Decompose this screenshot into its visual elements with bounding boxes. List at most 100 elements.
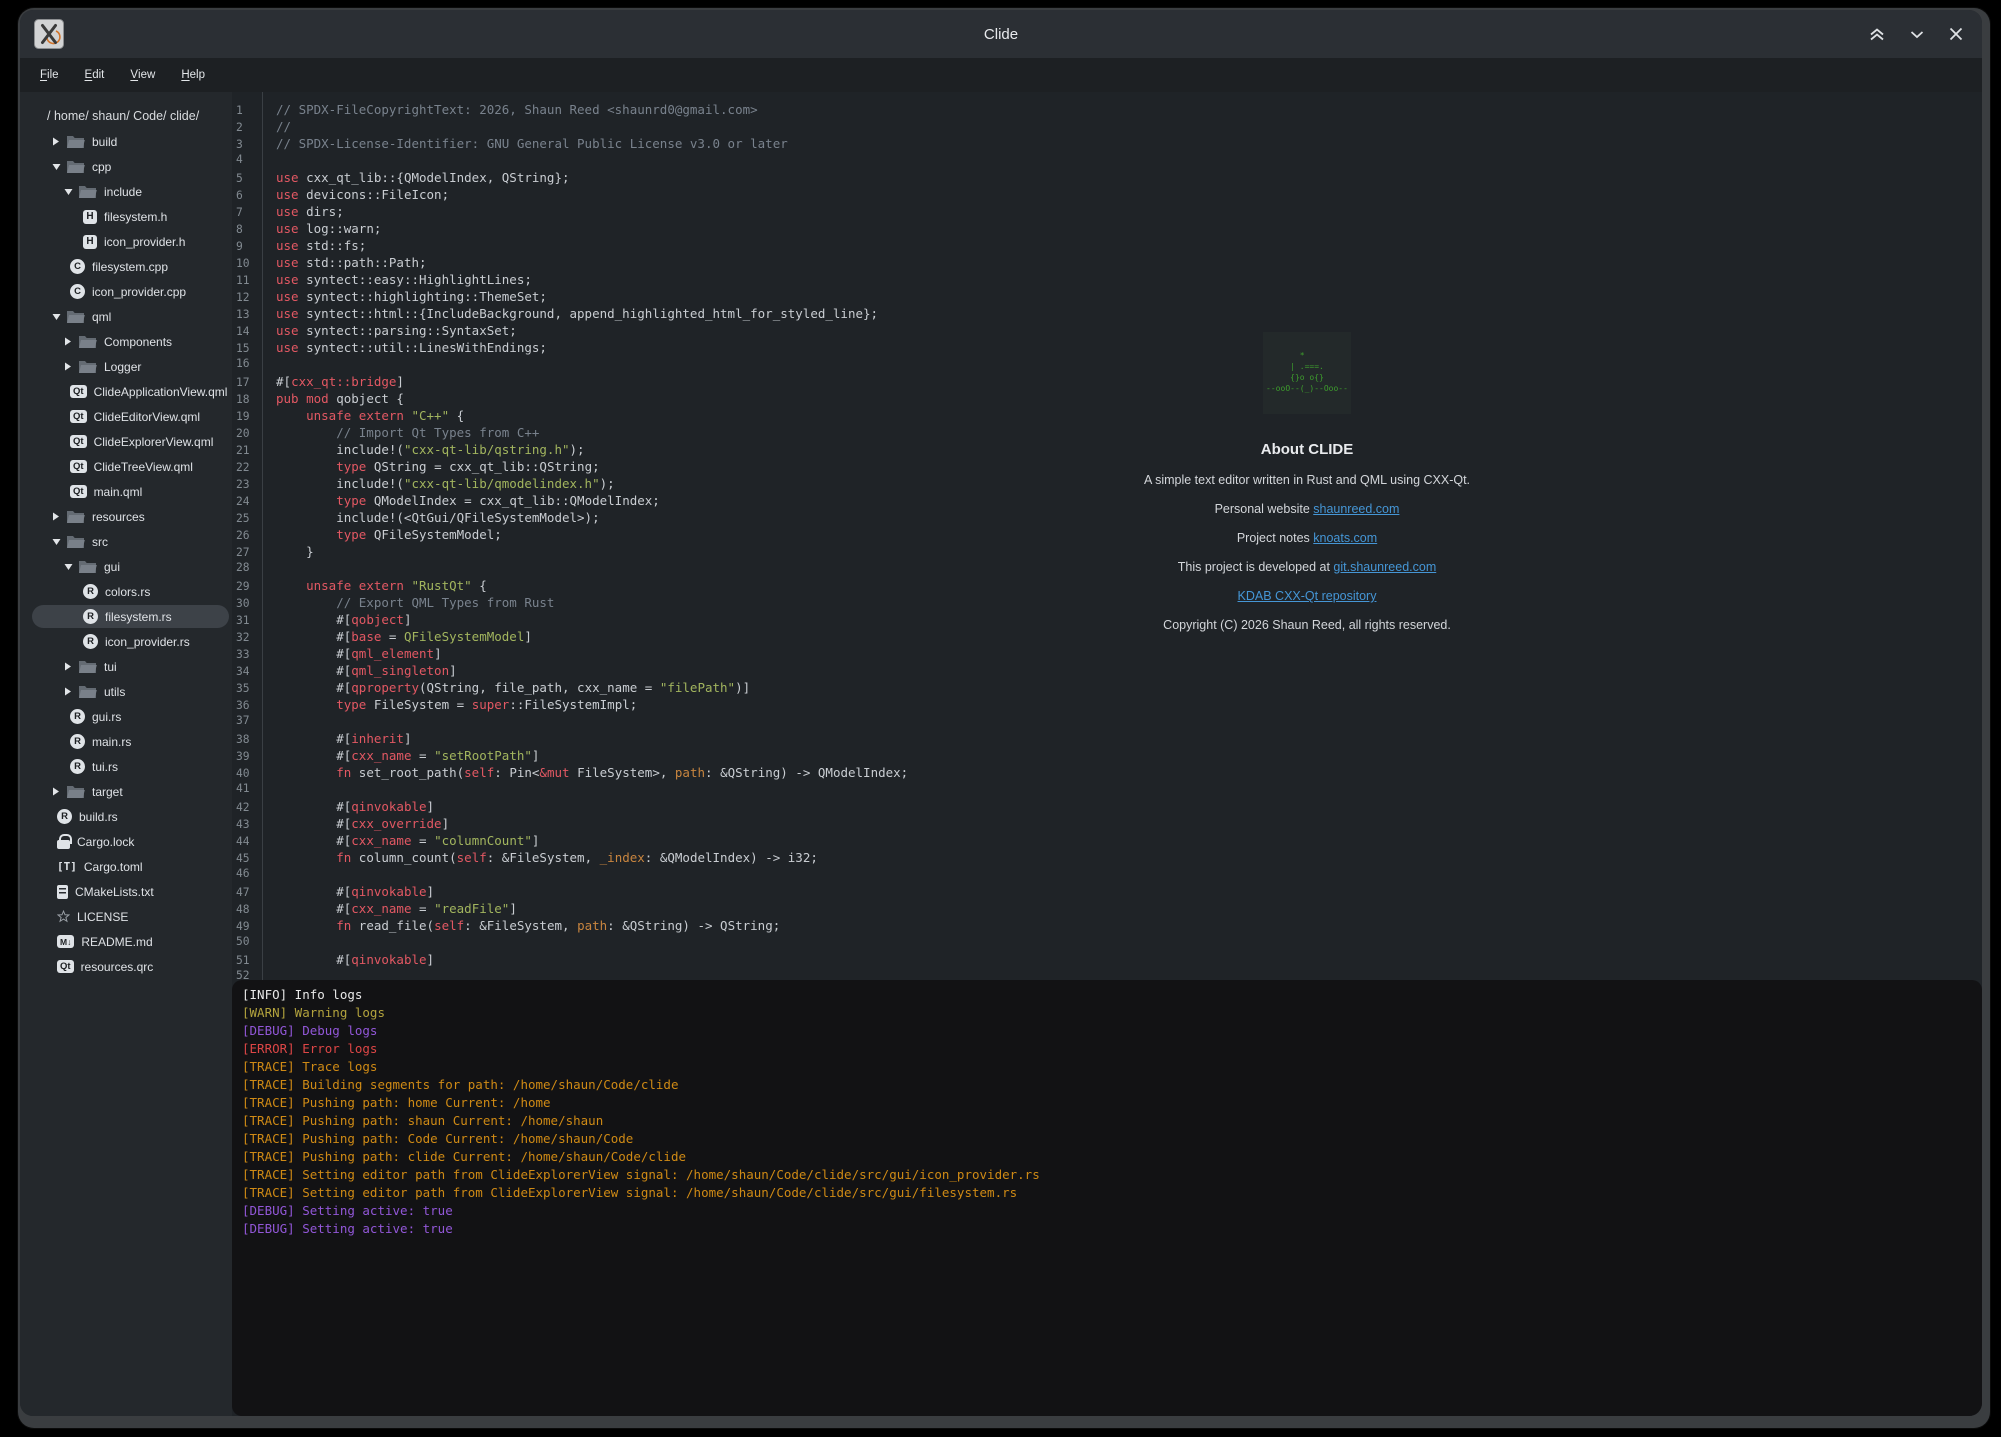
tree-folder-utils[interactable]: utils [20,679,232,704]
project-notes-link[interactable]: knoats.com [1313,531,1377,545]
tree-folder-build[interactable]: build [20,129,232,154]
code-token: syntect::easy::HighlightLines; [306,272,532,287]
code-line[interactable]: 10use std::path::Path; [232,255,1982,272]
code-line[interactable]: 37 [232,714,1982,731]
code-line[interactable]: 48 #[cxx_name = "readFile"] [232,901,1982,918]
menu-item-help[interactable]: Help [168,58,218,92]
tree-file-cmakelists-txt[interactable]: CMakeLists.txt [20,879,232,904]
tree-file-main-rs[interactable]: Rmain.rs [20,729,232,754]
code-line[interactable]: 36 type FileSystem = super::FileSystemIm… [232,697,1982,714]
folder-expanded-arrow-icon[interactable] [62,188,74,196]
tree-folder-components[interactable]: Components [20,329,232,354]
tree-file-clideapplicationview-qml[interactable]: QtClideApplicationView.qml [20,379,232,404]
close-window-button[interactable] [1948,26,1964,42]
code-line-text: include!("cxx-qt-lib/qmodelindex.h"); [262,476,615,491]
code-line[interactable]: 50 [232,935,1982,952]
code-line[interactable]: 51 #[qinvokable] [232,952,1982,969]
code-token: #[ [276,748,351,763]
code-line[interactable]: 49 fn read_file(self: &FileSystem, path:… [232,918,1982,935]
tree-folder-target[interactable]: target [20,779,232,804]
code-line[interactable]: 5use cxx_qt_lib::{QModelIndex, QString}; [232,170,1982,187]
kdab-repo-link[interactable]: KDAB CXX-Qt repository [1238,589,1377,603]
code-line[interactable]: 46 [232,867,1982,884]
code-line[interactable]: 42 #[qinvokable] [232,799,1982,816]
tree-file-clideeditorview-qml[interactable]: QtClideEditorView.qml [20,404,232,429]
code-line[interactable]: 1// SPDX-FileCopyrightText: 2026, Shaun … [232,102,1982,119]
code-line[interactable]: 41 [232,782,1982,799]
tree-folder-logger[interactable]: Logger [20,354,232,379]
minimize-window-button[interactable] [1908,26,1926,43]
code-line[interactable]: 8use log::warn; [232,221,1982,238]
code-line[interactable]: 33 #[qml_element] [232,646,1982,663]
folder-expanded-arrow-icon[interactable] [50,313,62,321]
folder-collapsed-arrow-icon[interactable] [50,137,62,146]
folder-collapsed-arrow-icon[interactable] [50,512,62,521]
folder-collapsed-arrow-icon[interactable] [50,787,62,796]
code-line[interactable]: 12use syntect::highlighting::ThemeSet; [232,289,1982,306]
code-line[interactable]: 35 #[qproperty(QString, file_path, cxx_n… [232,680,1982,697]
code-token: ] [532,833,540,848]
tree-file-clideexplorerview-qml[interactable]: QtClideExplorerView.qml [20,429,232,454]
tree-folder-gui[interactable]: gui [20,554,232,579]
code-line[interactable]: 38 #[inherit] [232,731,1982,748]
code-line[interactable]: 4 [232,153,1982,170]
code-line[interactable]: 9use std::fs; [232,238,1982,255]
code-line[interactable]: 2// [232,119,1982,136]
tree-file-cargo-lock[interactable]: Cargo.lock [20,829,232,854]
code-line[interactable]: 13use syntect::html::{IncludeBackground,… [232,306,1982,323]
tree-file-build-rs[interactable]: Rbuild.rs [20,804,232,829]
git-repo-link[interactable]: git.shaunreed.com [1333,560,1436,574]
menu-item-edit[interactable]: Edit [72,58,118,92]
tree-file-icon-provider-rs[interactable]: Ricon_provider.rs [20,629,232,654]
folder-expanded-arrow-icon[interactable] [62,563,74,571]
folder-expanded-arrow-icon[interactable] [50,538,62,546]
tree-file-clidetreeview-qml[interactable]: QtClideTreeView.qml [20,454,232,479]
menu-item-view[interactable]: View [117,58,168,92]
tree-file-icon-provider-cpp[interactable]: Cicon_provider.cpp [20,279,232,304]
tree-folder-tui[interactable]: tui [20,654,232,679]
code-line[interactable]: 34 #[qml_singleton] [232,663,1982,680]
code-line[interactable]: 7use dirs; [232,204,1982,221]
folder-collapsed-arrow-icon[interactable] [62,687,74,696]
tree-file-filesystem-rs[interactable]: Rfilesystem.rs [20,604,232,629]
code-line[interactable]: 6use devicons::FileIcon; [232,187,1982,204]
tree-folder-cpp[interactable]: cpp [20,154,232,179]
code-line[interactable]: 45 fn column_count(self: &FileSystem, _i… [232,850,1982,867]
tree-file-main-qml[interactable]: Qtmain.qml [20,479,232,504]
tree-file-readme-md[interactable]: M↓README.md [20,929,232,954]
code-line[interactable]: 40 fn set_root_path(self: Pin<&mut FileS… [232,765,1982,782]
tree-file-cargo-toml[interactable]: [T]Cargo.toml [20,854,232,879]
code-line[interactable]: 47 #[qinvokable] [232,884,1982,901]
tree-file-resources-qrc[interactable]: Qtresources.qrc [20,954,232,979]
tree-file-license[interactable]: LICENSE [20,904,232,929]
tree-folder-qml[interactable]: qml [20,304,232,329]
tree-file-gui-rs[interactable]: Rgui.rs [20,704,232,729]
code-line[interactable]: 52 [232,969,1982,980]
tree-file-tui-rs[interactable]: Rtui.rs [20,754,232,779]
tree-file-filesystem-cpp[interactable]: Cfilesystem.cpp [20,254,232,279]
code-line[interactable]: 39 #[cxx_name = "setRootPath"] [232,748,1982,765]
code-line[interactable]: 3// SPDX-License-Identifier: GNU General… [232,136,1982,153]
tree-file-filesystem-h[interactable]: Hfilesystem.h [20,204,232,229]
folder-collapsed-arrow-icon[interactable] [62,662,74,671]
code-line[interactable]: 44 #[cxx_name = "columnCount"] [232,833,1982,850]
tree-folder-include[interactable]: include [20,179,232,204]
app-icon[interactable] [34,19,64,49]
tree-file-icon-provider-h[interactable]: Hicon_provider.h [20,229,232,254]
tree-folder-resources[interactable]: resources [20,504,232,529]
folder-collapsed-arrow-icon[interactable] [62,337,74,346]
code-editor[interactable]: 1// SPDX-FileCopyrightText: 2026, Shaun … [232,92,1982,980]
code-line[interactable]: 43 #[cxx_override] [232,816,1982,833]
personal-website-link[interactable]: shaunreed.com [1313,502,1399,516]
log-panel[interactable]: [INFO] Info logs[WARN] Warning logs[DEBU… [232,980,1982,1416]
folder-collapsed-arrow-icon[interactable] [62,362,74,371]
tree-folder-src[interactable]: src [20,529,232,554]
code-line[interactable]: 11use syntect::easy::HighlightLines; [232,272,1982,289]
menu-item-file[interactable]: File [27,58,72,92]
code-line-text: use devicons::FileIcon; [262,187,449,202]
tree-file-colors-rs[interactable]: Rcolors.rs [20,579,232,604]
shade-window-button[interactable] [1868,26,1886,43]
titlebar[interactable]: Clide [20,10,1982,58]
folder-expanded-arrow-icon[interactable] [50,163,62,171]
code-line-text: type QModelIndex = cxx_qt_lib::QModelInd… [262,493,660,508]
